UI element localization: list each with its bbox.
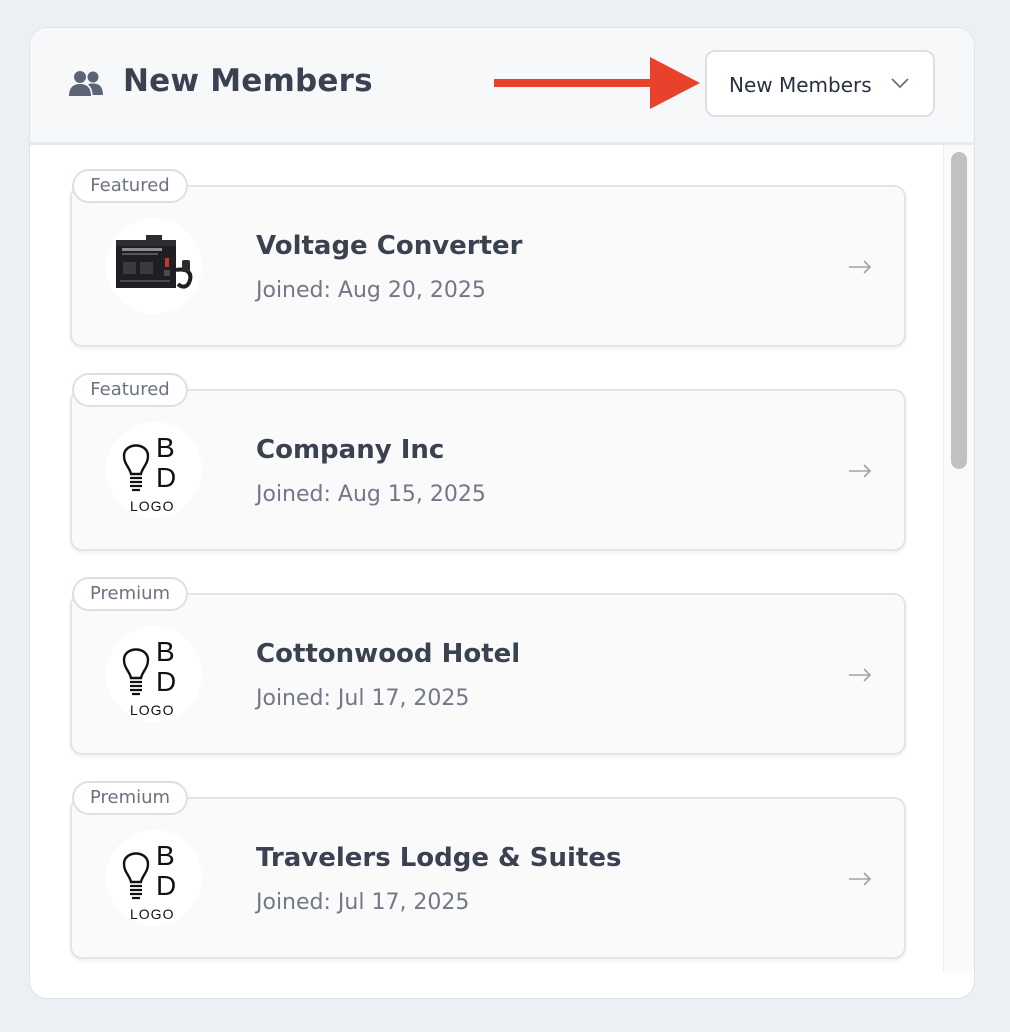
tier-badge: Featured (72, 373, 188, 407)
member-name: Company Inc (256, 435, 445, 465)
member-name: Cottonwood Hotel (256, 639, 521, 669)
member-avatar: B D LOGO (106, 830, 202, 926)
logo-letter-d: D (156, 462, 177, 493)
member-card-company-inc[interactable]: B D LOGO Company Inc Joined: Aug 15, 202… (70, 389, 906, 551)
arrow-right-icon (849, 260, 872, 274)
logo-letter-d: D (156, 666, 177, 697)
logo-letter-d: D (156, 870, 177, 901)
member-avatar (106, 218, 202, 314)
member-name: Travelers Lodge & Suites (256, 843, 622, 873)
users-icon (69, 71, 103, 96)
members-list: Featured Voltage Converter Joined: Aug 2… (30, 145, 944, 998)
members-filter-dropdown[interactable]: New Members (705, 50, 935, 117)
chevron-down-icon (891, 78, 909, 89)
panel-header: New Members New Members (30, 28, 974, 145)
logo-letter-b: B (156, 636, 175, 667)
tier-badge: Featured (72, 169, 188, 203)
member-card-voltage-converter[interactable]: Voltage Converter Joined: Aug 20, 2025 (70, 185, 906, 347)
arrow-right-icon (849, 668, 872, 682)
annotation-arrow-icon (494, 57, 700, 109)
arrow-right-icon (849, 872, 872, 886)
member-card-cottonwood-hotel[interactable]: B D LOGO Cottonwood Hotel Joined: Jul 17… (70, 593, 906, 755)
member-joined-date: Joined: Aug 15, 2025 (256, 482, 486, 507)
logo-caption: LOGO (130, 906, 175, 922)
arrow-right-icon (849, 464, 872, 478)
logo-letter-b: B (156, 432, 175, 463)
member-joined-date: Joined: Jul 17, 2025 (256, 890, 470, 915)
voltage-converter-image-icon (116, 235, 193, 289)
list-item: Featured Voltage Converter Joined: Aug 2… (70, 169, 906, 347)
logo-caption: LOGO (130, 498, 175, 514)
tier-badge: Premium (72, 781, 189, 815)
dropdown-selected-value: New Members (729, 73, 872, 97)
new-members-panel: New Members New Members Featured Voltage… (29, 27, 975, 999)
member-avatar: B D LOGO (106, 626, 202, 722)
page-title: New Members (123, 63, 373, 99)
member-card-travelers-lodge[interactable]: B D LOGO Travelers Lodge & Suites Joined… (70, 797, 906, 959)
scrollbar-thumb[interactable] (951, 152, 967, 469)
logo-caption: LOGO (130, 702, 175, 718)
member-joined-date: Joined: Jul 17, 2025 (256, 686, 470, 711)
list-item: Premium B D LOGO Cottonwood Hotel Joined… (70, 577, 906, 755)
scrollbar-track[interactable] (943, 145, 974, 972)
member-joined-date: Joined: Aug 20, 2025 (256, 278, 486, 303)
logo-letter-b: B (156, 840, 175, 871)
list-item: Featured B D LOGO Company Inc Joined: Au… (70, 373, 906, 551)
tier-badge: Premium (72, 577, 189, 611)
member-avatar: B D LOGO (106, 422, 202, 518)
member-name: Voltage Converter (256, 231, 523, 261)
list-item: Premium B D LOGO Travelers Lodge & Suite… (70, 781, 906, 959)
